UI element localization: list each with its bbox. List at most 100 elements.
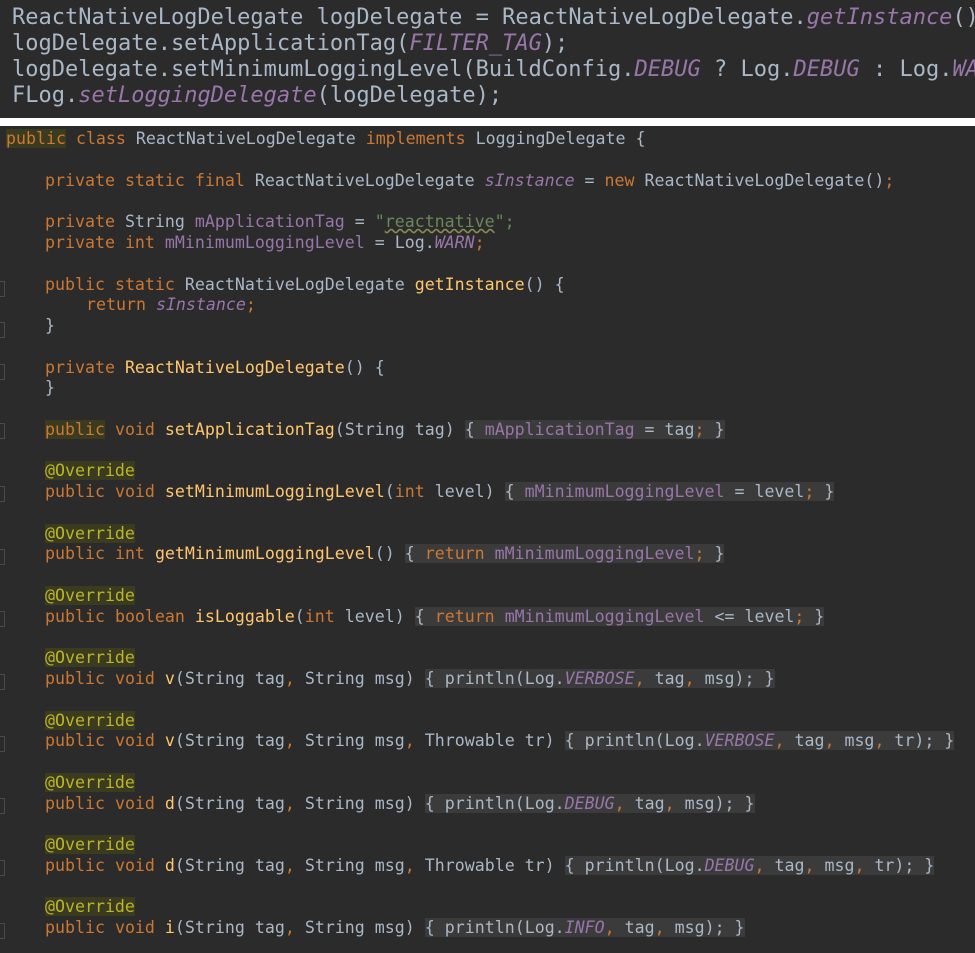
fold-marker-icon[interactable] bbox=[0, 923, 5, 939]
keyword: public bbox=[45, 275, 105, 294]
method-name: i bbox=[164, 918, 175, 937]
folded-body[interactable]: { println(Log.DEBUG, tag, msg, tr); } bbox=[564, 856, 935, 875]
brace: { bbox=[404, 544, 415, 563]
keyword: void bbox=[114, 856, 155, 875]
snippet-token: ); bbox=[541, 31, 569, 56]
fold-marker-icon[interactable] bbox=[0, 798, 5, 814]
fold-marker-icon[interactable] bbox=[0, 486, 5, 502]
method-name: setMinimumLoggingLevel bbox=[164, 482, 385, 501]
comma: , bbox=[754, 856, 775, 875]
static-constant: INFO bbox=[564, 918, 605, 937]
brace: { bbox=[424, 669, 435, 688]
method-call: println bbox=[444, 794, 515, 813]
folded-body[interactable]: { println(Log.VERBOSE, tag, msg, tr); } bbox=[564, 731, 955, 750]
param: msg bbox=[824, 856, 855, 875]
method-name: getMinimumLoggingLevel bbox=[154, 544, 375, 563]
fold-marker-icon[interactable] bbox=[0, 860, 5, 876]
keyword: return bbox=[424, 544, 485, 563]
keyword: static bbox=[124, 171, 185, 190]
comma: , bbox=[284, 856, 305, 875]
folded-body[interactable]: { mApplicationTag = tag; } bbox=[464, 420, 725, 439]
code-line-annotation: @Override bbox=[45, 835, 135, 855]
snippet-token: ? Log. bbox=[700, 57, 794, 82]
comma: , bbox=[774, 731, 795, 750]
folded-body[interactable]: { return mMinimumLoggingLevel; } bbox=[404, 544, 725, 563]
brace: } bbox=[754, 669, 775, 688]
annotation: @Override bbox=[45, 461, 135, 480]
snippet-token: setLoggingDelegate bbox=[78, 83, 317, 108]
comma: , bbox=[874, 731, 895, 750]
parens: () bbox=[374, 544, 395, 563]
semicolon: ; bbox=[474, 233, 485, 252]
fold-marker-icon[interactable] bbox=[0, 281, 5, 297]
code-line-instance-field: private static final ReactNativeLogDeleg… bbox=[45, 171, 894, 191]
class-name: ReactNativeLogDelegate bbox=[135, 129, 356, 148]
param: level bbox=[434, 482, 485, 501]
param: msg bbox=[374, 669, 405, 688]
code-line-min-level-field: private int mMinimumLoggingLevel = Log.W… bbox=[45, 233, 485, 253]
folded-body[interactable]: { println(Log.VERBOSE, tag, msg); } bbox=[424, 669, 775, 688]
keyword: void bbox=[114, 918, 155, 937]
brace: { bbox=[414, 607, 425, 626]
identifier: Log. bbox=[394, 233, 435, 252]
code-line-d-method: public void d(String tag, String msg) { … bbox=[45, 794, 755, 814]
method-name: ReactNativeLogDelegate bbox=[124, 358, 345, 377]
field: mMinimumLoggingLevel bbox=[524, 482, 725, 501]
code-line-app-tag-field: private String mApplicationTag = "reactn… bbox=[45, 212, 515, 232]
comma: , bbox=[854, 856, 875, 875]
semicolon: ; bbox=[804, 482, 815, 501]
fold-marker-icon[interactable] bbox=[0, 736, 5, 752]
code-line-annotation: @Override bbox=[45, 773, 135, 793]
snippet-token: DEBUG bbox=[634, 57, 701, 82]
paren: ( bbox=[174, 669, 185, 688]
keyword: public bbox=[45, 607, 105, 626]
semicolon: ; bbox=[794, 607, 805, 626]
keyword: int bbox=[304, 607, 335, 626]
fold-marker-icon[interactable] bbox=[0, 423, 5, 439]
type-name: String bbox=[184, 794, 245, 813]
snippet-editor-pane[interactable]: ReactNativeLogDelegate logDelegate = Rea… bbox=[0, 0, 975, 118]
code-line-set-min-level: public void setMinimumLoggingLevel(int l… bbox=[45, 482, 835, 502]
comma: , bbox=[804, 856, 825, 875]
param: tag bbox=[654, 669, 685, 688]
fold-marker-icon[interactable] bbox=[0, 322, 5, 338]
keyword: return bbox=[434, 607, 495, 626]
folded-body[interactable]: { mMinimumLoggingLevel = level; } bbox=[504, 482, 835, 501]
type-name: String bbox=[124, 212, 185, 231]
snippet-token: (logDelegate); bbox=[316, 83, 503, 108]
snippet-token: logDelegate = bbox=[303, 5, 503, 30]
brace: } bbox=[804, 607, 825, 626]
code-line-close-brace: } bbox=[45, 316, 55, 336]
snippet-token: WARN bbox=[952, 57, 975, 82]
type-name: ReactNativeLogDelegate bbox=[254, 171, 475, 190]
annotation: @Override bbox=[45, 773, 135, 792]
param: tr bbox=[524, 856, 545, 875]
method-name: isLoggable bbox=[194, 607, 295, 626]
identifier: (Log. bbox=[654, 856, 705, 875]
semicolon: ; bbox=[884, 171, 895, 190]
method-name: getInstance bbox=[414, 275, 525, 294]
fold-marker-icon[interactable] bbox=[0, 611, 5, 627]
snippet-token: FILTER_TAG bbox=[409, 31, 542, 56]
identifier: (Log. bbox=[654, 731, 705, 750]
fold-marker-icon[interactable] bbox=[0, 549, 5, 565]
param: tag bbox=[254, 856, 285, 875]
snippet-line-1: ReactNativeLogDelegate logDelegate = Rea… bbox=[12, 5, 975, 31]
snippet-token: FLog. bbox=[12, 83, 79, 108]
keyword: void bbox=[114, 669, 155, 688]
static-constant: DEBUG bbox=[704, 856, 755, 875]
folded-body[interactable]: { println(Log.INFO, tag, msg); } bbox=[424, 918, 745, 937]
brace: } bbox=[724, 918, 745, 937]
folded-body[interactable]: { return mMinimumLoggingLevel <= level; … bbox=[414, 607, 825, 626]
fold-marker-icon[interactable] bbox=[0, 674, 5, 690]
folded-body[interactable]: { println(Log.DEBUG, tag, msg); } bbox=[424, 794, 755, 813]
keyword: private bbox=[45, 212, 115, 231]
code-editor-pane[interactable]: public class ReactNativeLogDelegate impl… bbox=[0, 126, 975, 953]
code-line-return-instance: return sInstance; bbox=[86, 295, 256, 315]
fold-marker-icon[interactable] bbox=[0, 364, 5, 380]
param: tag bbox=[254, 918, 285, 937]
annotation: @Override bbox=[45, 897, 135, 916]
code-line-annotation: @Override bbox=[45, 897, 135, 917]
param: msg bbox=[844, 731, 875, 750]
keyword: public bbox=[45, 420, 105, 439]
